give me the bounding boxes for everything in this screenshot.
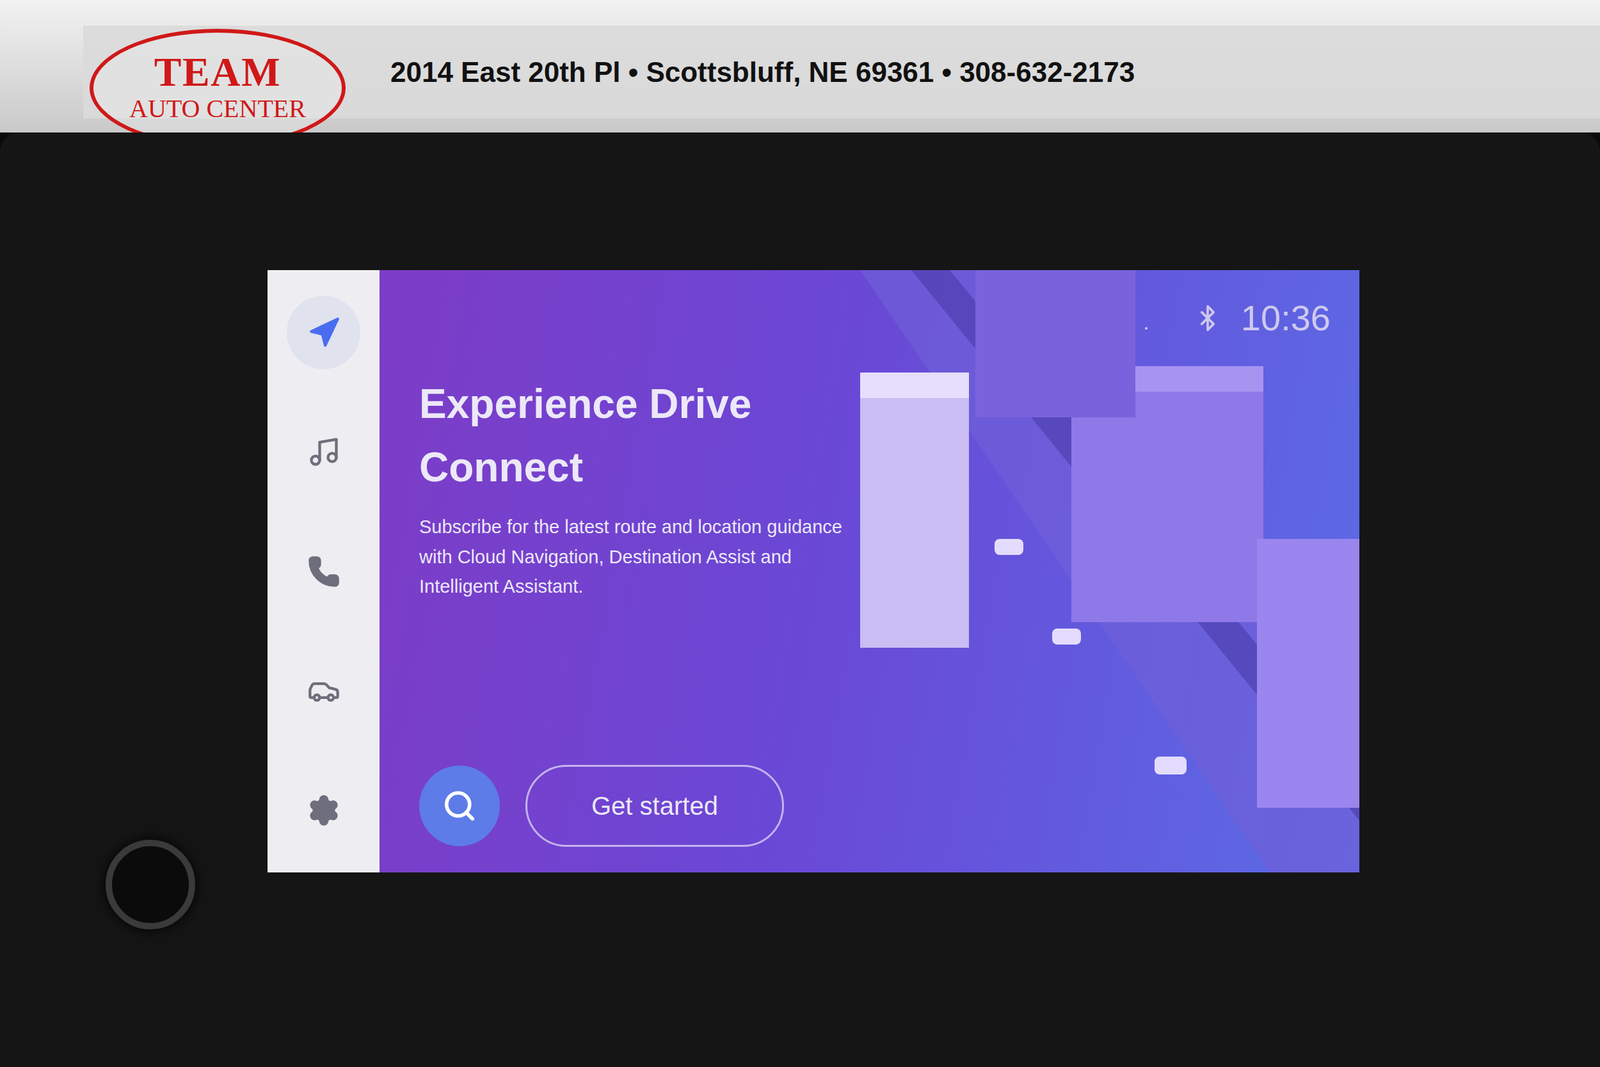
phone-icon — [307, 554, 341, 589]
sidebar-item[interactable] — [286, 773, 361, 847]
search-icon — [442, 788, 477, 824]
sidebar-item[interactable] — [286, 534, 361, 608]
screen: 10:36 Experience Drive Connect Subscribe f… — [267, 270, 1360, 873]
hero-description: Subscribe for the latest route and locat… — [419, 512, 855, 601]
clock: 10:36 — [1240, 295, 1331, 341]
window-background: TEAMAUTO CENTER2014 East 20th Pl • Scott… — [0, 0, 1600, 133]
no-signal-icon — [1143, 302, 1175, 334]
get-started-button[interactable]: Get started — [525, 764, 784, 847]
car-icon — [307, 673, 341, 708]
action-row: Get started — [419, 764, 1331, 847]
hero-title: Experience Drive Connect — [419, 372, 816, 500]
sidebar-item[interactable] — [286, 654, 361, 728]
hero-content: Experience Drive Connect Subscribe for th… — [419, 372, 1331, 602]
sidebar-item[interactable] — [286, 295, 361, 370]
gear-icon — [307, 793, 341, 827]
dealer-logo: TEAMAUTO CENTER — [89, 28, 346, 148]
music-icon — [307, 435, 341, 469]
sidebar-item[interactable] — [286, 415, 361, 489]
bluetooth-icon — [1193, 304, 1222, 333]
sidebar — [267, 270, 380, 873]
dealer-banner: TEAMAUTO CENTER2014 East 20th Pl • Scott… — [83, 25, 1600, 119]
navigation-icon — [307, 316, 341, 350]
search-button[interactable] — [419, 765, 500, 847]
status-bar: 10:36 — [419, 295, 1331, 341]
city-illustration — [783, 270, 1360, 873]
hero: 10:36 Experience Drive Connect Subscribe f… — [379, 270, 1360, 873]
dealer-address: 2014 East 20th Pl • Scottsbluff, NE 6936… — [390, 51, 1135, 94]
knob[interactable] — [105, 839, 196, 930]
bezel: 10:36 Experience Drive Connect Subscribe f… — [0, 132, 1600, 1067]
photo: TEAMAUTO CENTER 2014 East 20th Pl • Scott… — [0, 0, 1600, 1067]
